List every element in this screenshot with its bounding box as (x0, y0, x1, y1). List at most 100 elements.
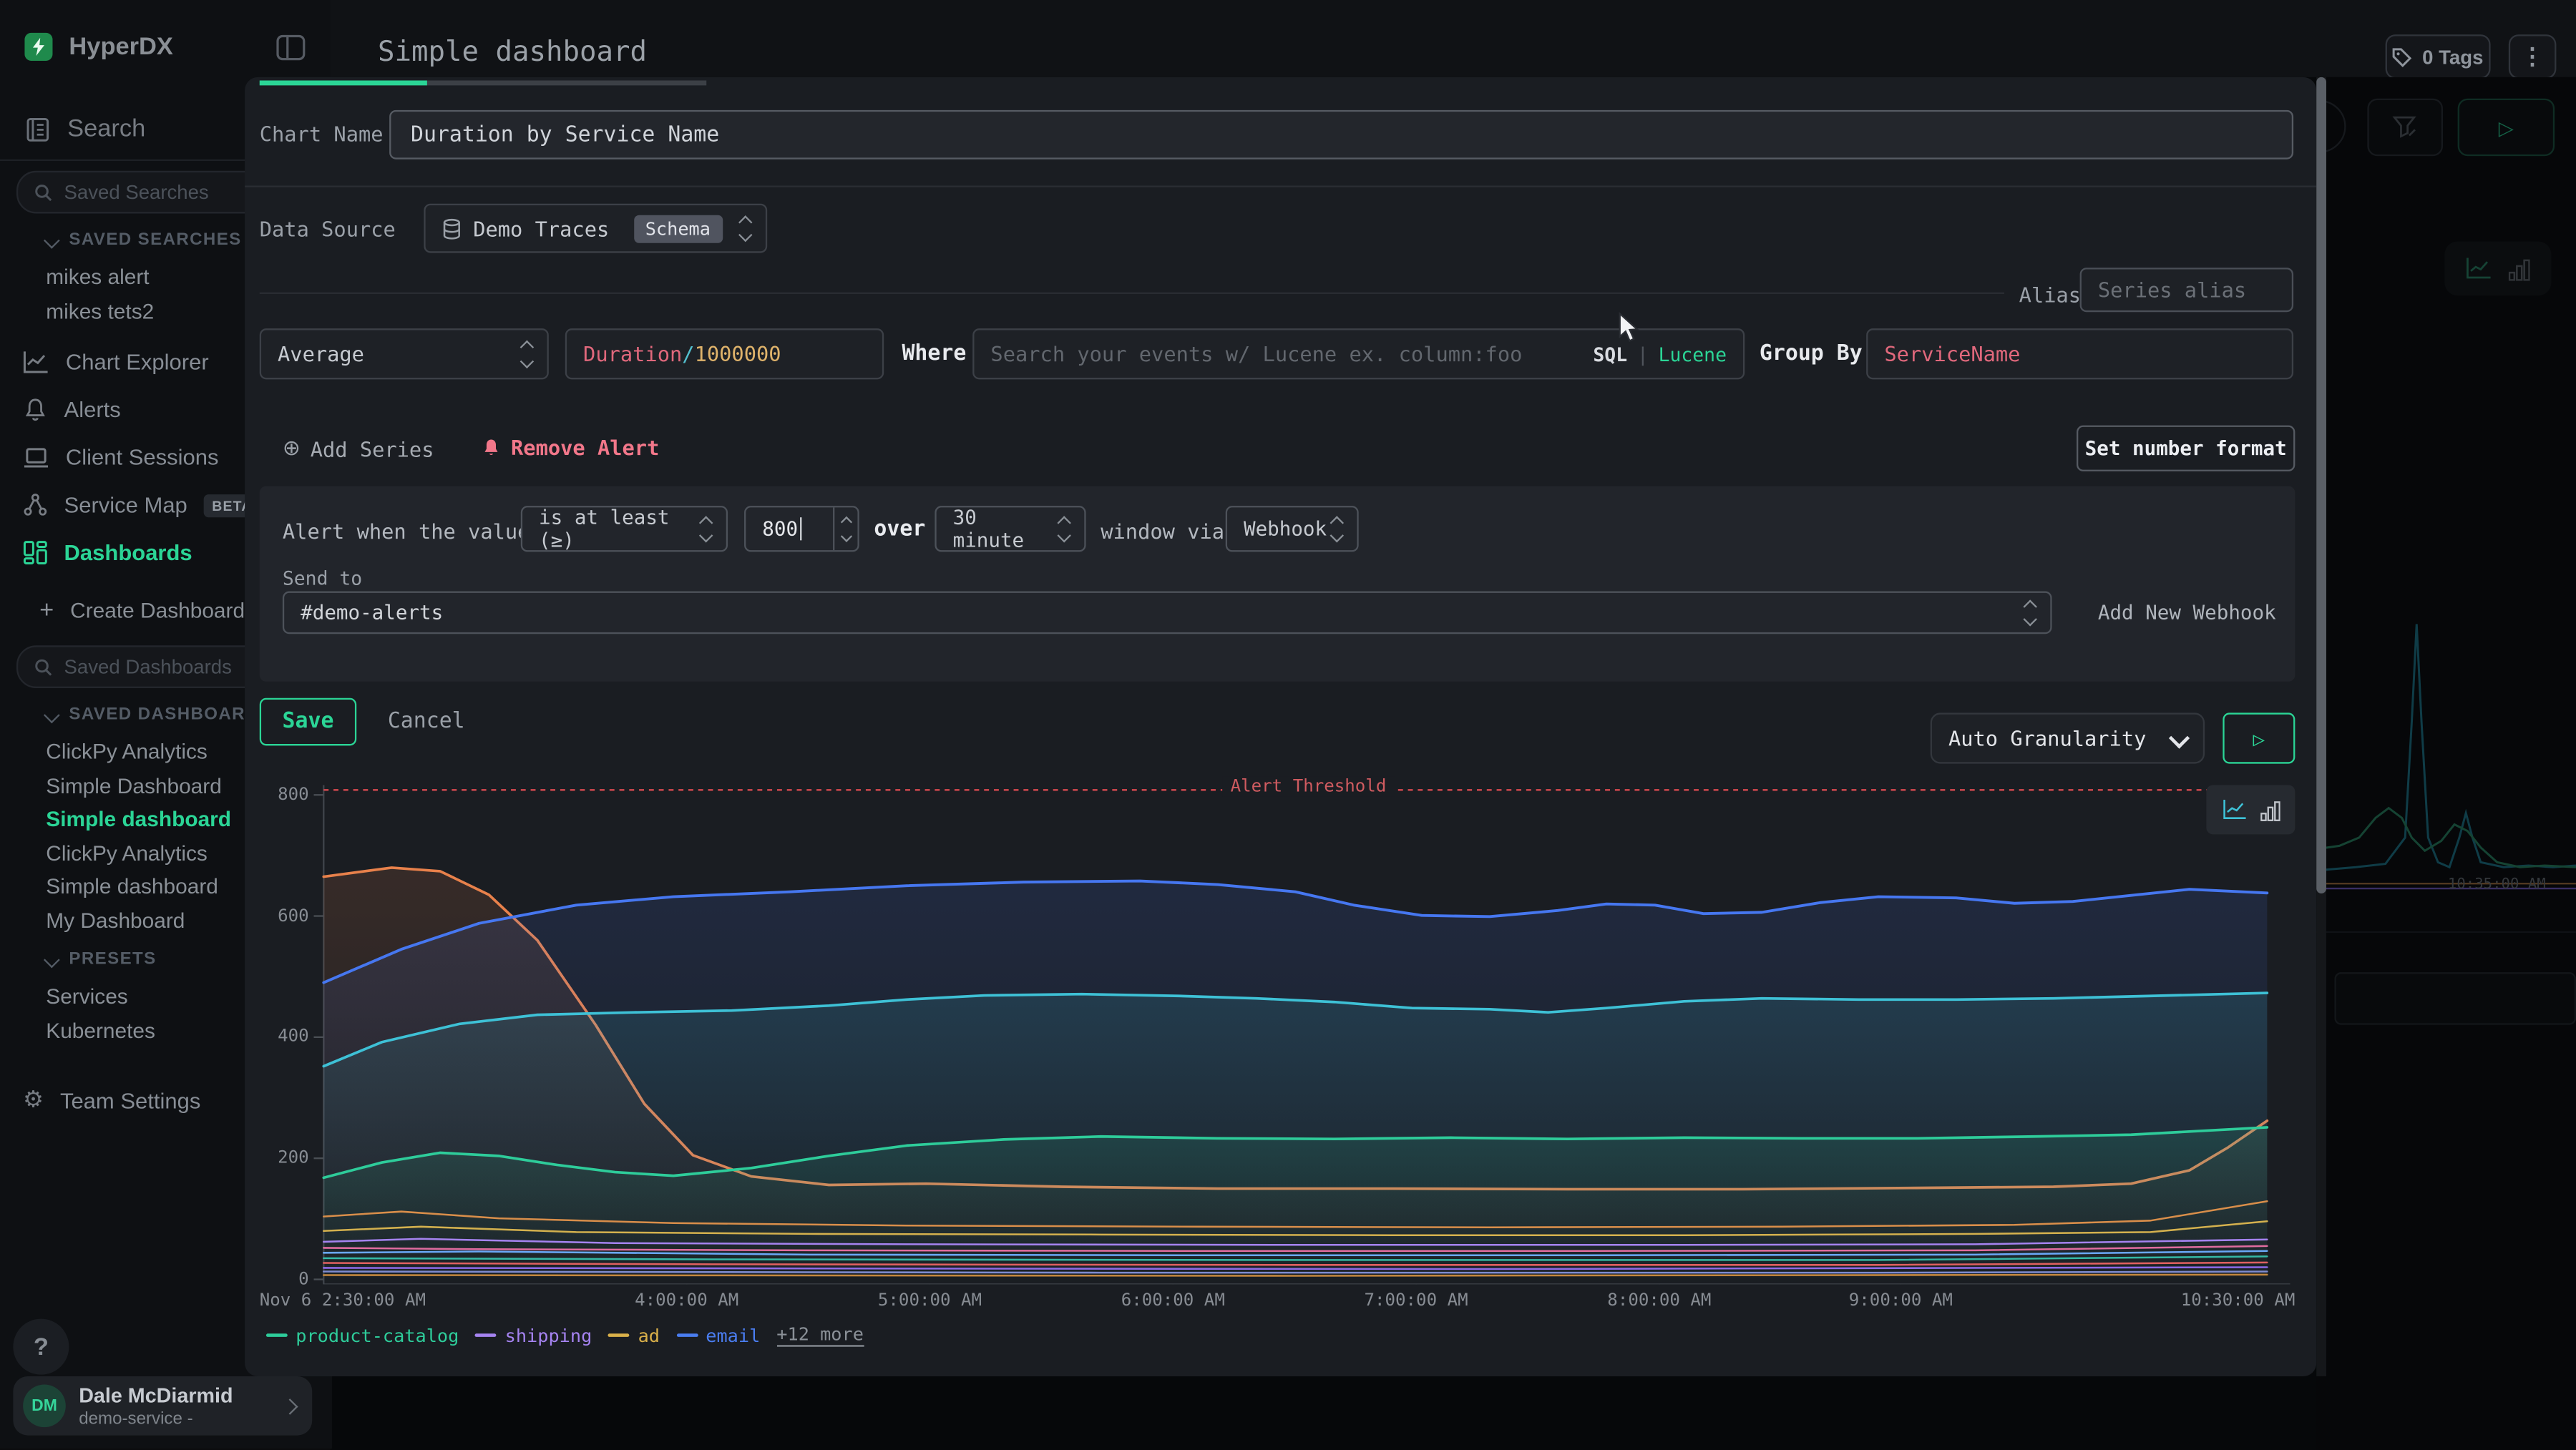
number-spinner[interactable] (833, 507, 857, 550)
play-chart-button[interactable]: ▷ (2223, 712, 2295, 763)
webhook-select[interactable]: #demo-alerts (283, 592, 2052, 635)
search-icon (34, 658, 52, 676)
plus-circle-icon: ⊕ (283, 437, 301, 461)
tags-button[interactable]: 0 Tags (2386, 34, 2491, 79)
brand-name: HyperDX (69, 33, 172, 61)
save-button[interactable]: Save (260, 698, 356, 746)
over-label: over (874, 517, 925, 542)
create-dashboard-button[interactable]: + Create Dashboard (39, 596, 245, 624)
preset-item-services[interactable]: Services (46, 984, 127, 1008)
dashboard-list-item-active[interactable]: Simple dashboard (46, 806, 231, 831)
granularity-select[interactable]: Auto Granularity (1931, 712, 2205, 763)
sidebar-item-search[interactable]: Search (24, 115, 145, 143)
lucene-toggle[interactable]: Lucene (1659, 343, 1727, 366)
alias-input[interactable]: Series alias (2080, 268, 2293, 312)
saved-search-item[interactable]: mikes alert (46, 265, 149, 289)
data-source-select[interactable]: Demo Traces Schema (424, 204, 767, 253)
bell-icon (23, 398, 47, 422)
sidebar-collapse-icon[interactable] (276, 34, 306, 61)
dashboard-list-item[interactable]: ClickPy Analytics (46, 841, 208, 866)
window-via-label: window via (1101, 519, 1224, 544)
set-number-format-button[interactable]: Set number format (2077, 426, 2295, 471)
x-tick: 9:00:00 AM (1819, 1291, 1984, 1311)
legend-dash (676, 1333, 698, 1337)
presets-header[interactable]: PRESETS (46, 949, 156, 969)
add-new-webhook-button[interactable]: Add New Webhook (2098, 601, 2276, 624)
y-tick: 0 (260, 1270, 309, 1290)
alert-window-select[interactable]: 30 minute (935, 506, 1085, 552)
expression-column: Duration (583, 342, 682, 366)
saved-search-item[interactable]: mikes tets2 (46, 299, 154, 323)
legend-more-button[interactable]: +12 more (776, 1323, 864, 1346)
alert-channel-select[interactable]: Webhook (1226, 506, 1359, 552)
dashboard-list-item[interactable]: ClickPy Analytics (46, 739, 208, 763)
alias-label: Alias (2019, 283, 2081, 307)
legend-item[interactable]: product-catalog (266, 1325, 459, 1346)
search-icon (34, 183, 52, 201)
aggregation-select[interactable]: Average (260, 328, 549, 379)
sidebar-item-chart-explorer[interactable]: Chart Explorer (23, 350, 209, 374)
saved-searches-header[interactable]: SAVED SEARCHES (46, 230, 241, 250)
group-by-field[interactable]: ServiceName (1866, 328, 2293, 379)
modal-divider (245, 185, 2316, 187)
laptop-icon (23, 446, 49, 469)
saved-dashboards-header[interactable]: SAVED DASHBOARDS (46, 705, 271, 725)
alert-condition-select[interactable]: is at least (≥) (521, 506, 728, 552)
user-name: Dale McDiarmid (79, 1383, 233, 1406)
dashboard-list-item[interactable]: Simple dashboard (46, 873, 218, 898)
preset-item-kubernetes[interactable]: Kubernetes (46, 1018, 155, 1042)
avatar: DM (23, 1384, 66, 1427)
y-tick: 800 (260, 785, 309, 805)
page-title: Simple dashboard (378, 36, 647, 69)
dashboard-list-item[interactable]: Simple Dashboard (46, 773, 222, 798)
text-caret (799, 517, 801, 540)
mouse-cursor (1618, 312, 1644, 345)
sidebar-item-label: Team Settings (60, 1088, 200, 1112)
more-menu-button[interactable]: ⋮ (2509, 34, 2557, 79)
select-chevrons-icon (740, 217, 749, 239)
alert-config-panel: Alert when the value is at least (≥) 800… (260, 486, 2296, 682)
alert-threshold-label: Alert Threshold (1222, 777, 1395, 797)
chart-canvas[interactable] (260, 772, 2296, 1284)
legend-item[interactable]: shipping (475, 1325, 592, 1346)
modal-scrollbar[interactable] (2316, 77, 2326, 1376)
chart-name-label: Chart Name (260, 122, 384, 146)
chart-name-input[interactable]: Duration by Service Name (389, 110, 2293, 160)
database-icon (442, 217, 462, 239)
remove-alert-button[interactable]: Remove Alert (482, 435, 660, 459)
brand[interactable]: HyperDX (24, 33, 172, 61)
user-org: demo-service - (79, 1409, 233, 1429)
legend-dash (266, 1333, 288, 1337)
sidebar-item-dashboards[interactable]: Dashboards (23, 540, 192, 564)
sidebar-item-label: Client Sessions (66, 445, 219, 469)
help-button[interactable]: ? (13, 1319, 69, 1375)
gear-icon: ⚙ (23, 1087, 44, 1114)
alert-threshold-input[interactable]: 800 (744, 506, 859, 552)
legend-item[interactable]: email (676, 1325, 760, 1346)
user-card[interactable]: DM Dale McDiarmid demo-service - (13, 1376, 312, 1436)
scrollbar-thumb[interactable] (2316, 77, 2326, 893)
cancel-button[interactable]: Cancel (388, 710, 465, 734)
app: HyperDX Search Saved Searches SAVED SEAR… (0, 0, 2576, 1449)
sidebar-item-alerts[interactable]: Alerts (23, 398, 121, 422)
chart-type-toggle[interactable] (2206, 785, 2295, 834)
add-series-button[interactable]: ⊕ Add Series (283, 437, 434, 461)
dashboards-grid-icon (23, 540, 47, 564)
sidebar-item-team-settings[interactable]: ⚙ Team Settings (23, 1087, 200, 1114)
chevron-down-icon (44, 951, 60, 967)
edit-chart-modal: Chart Name Duration by Service Name Data… (245, 77, 2316, 1376)
y-tick: 200 (260, 1148, 309, 1168)
sql-toggle[interactable]: SQL (1593, 343, 1627, 366)
x-tick: 10:30:00 AM (2131, 1291, 2296, 1311)
legend-item[interactable]: ad (608, 1325, 660, 1346)
sidebar-item-service-map[interactable]: Service Map BETA (23, 493, 260, 517)
sidebar-item-label: Chart Explorer (66, 350, 209, 374)
bell-icon (482, 437, 502, 459)
sidebar-item-client-sessions[interactable]: Client Sessions (23, 445, 218, 469)
sidebar-item-label: Alerts (64, 398, 121, 422)
dashboard-list-item[interactable]: My Dashboard (46, 908, 185, 933)
x-tick: 6:00:00 AM (1091, 1291, 1255, 1311)
top-header: Simple dashboard 0 Tags ⋮ (330, 0, 2575, 77)
bar-chart-icon (2260, 799, 2280, 820)
expression-field[interactable]: Duration/1000000 (565, 328, 884, 379)
